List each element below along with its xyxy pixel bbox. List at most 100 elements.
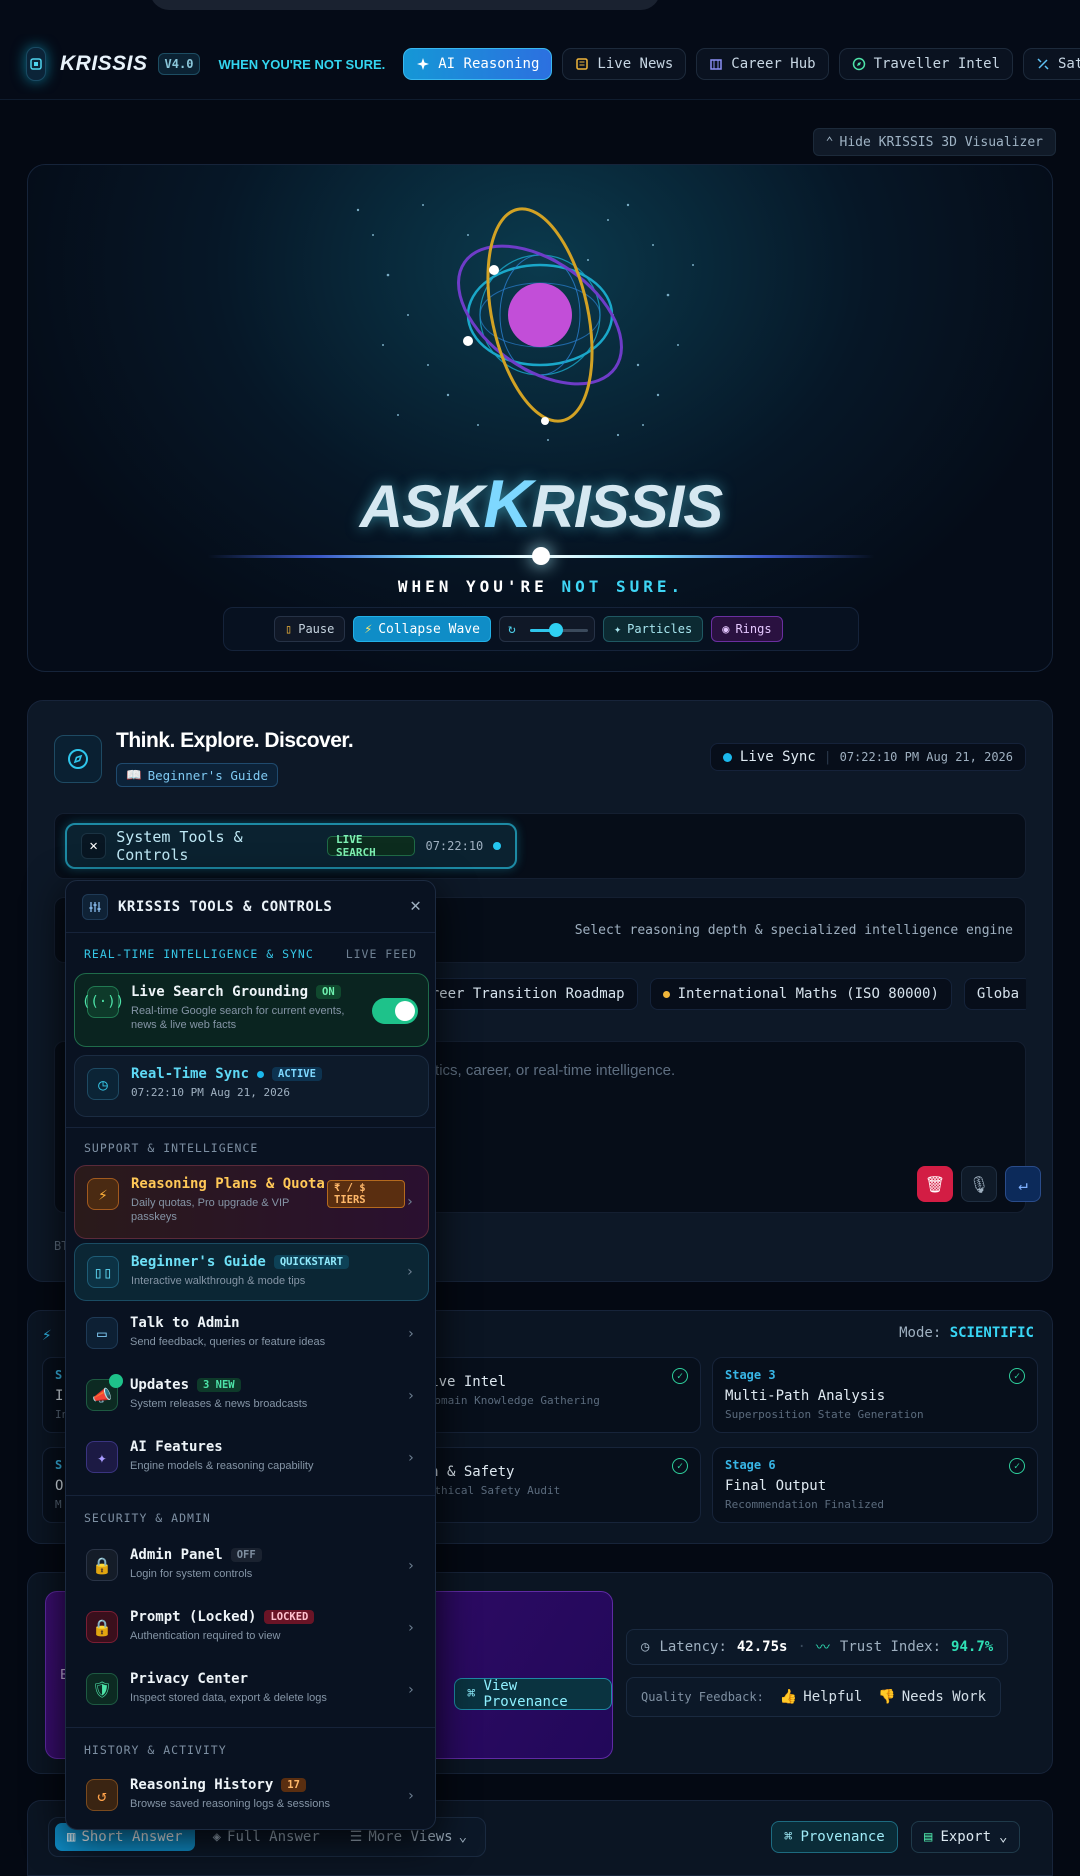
needs-work-button[interactable]: 👎 Needs Work [878, 1689, 986, 1705]
hide-visualizer-button[interactable]: ⌃ Hide KRISSIS 3D Visualizer [812, 128, 1056, 156]
view-provenance-button[interactable]: ⌘ View Provenance [454, 1678, 612, 1710]
helpful-button[interactable]: 👍 Helpful [780, 1689, 862, 1705]
reasoning-history-item[interactable]: ↺ Reasoning History 17 Browse saved reason… [74, 1767, 429, 1825]
submit-button[interactable]: ↵ [1005, 1166, 1041, 1202]
system-tools-button[interactable]: ✕ System Tools & Controls LIVE SEARCH 07… [65, 823, 517, 869]
collapse-wave-button[interactable]: ⚡ Collapse Wave [353, 616, 491, 642]
beginners-guide-item[interactable]: ▯▯ Beginner's Guide QUICKSTART Interactiv… [74, 1243, 429, 1301]
trash-icon: 🗑 [924, 1174, 946, 1194]
tab-live-news[interactable]: Live News [562, 48, 687, 80]
section-label: HISTORY & ACTIVITY [84, 1743, 227, 1757]
bolt-icon: ⚡ [364, 621, 373, 637]
panel-header: KRISSIS TOOLS & CONTROLS ✕ [66, 881, 435, 933]
satellite-icon [1037, 58, 1049, 70]
rings-toggle[interactable]: ◉ Rings [711, 616, 783, 642]
tab-ai-reasoning[interactable]: AI Reasoning [403, 48, 553, 80]
privacy-center-item[interactable]: 🛡 Privacy Center Inspect stored data, exp… [74, 1661, 429, 1719]
updates-item[interactable]: 📣 Updates 3 NEW System releases & news bro… [74, 1367, 429, 1425]
chevron-right-icon: › [406, 1620, 415, 1636]
visualizer-title: ASKKRISSIS [359, 466, 724, 542]
visualizer-3d: ASKKRISSIS WHEN YOU'RE NOT SURE. ▯ Pause … [27, 164, 1053, 672]
book-icon: 📖 [126, 767, 142, 782]
microphone-button[interactable]: 🎙 [961, 1166, 997, 1202]
thumbs-down-icon: 👎 [878, 1689, 896, 1705]
logo[interactable]: KRISSIS [60, 52, 148, 76]
tools-row: ✕ System Tools & Controls LIVE SEARCH 07… [54, 813, 1026, 879]
live-search-grounding: ((·)) Live Search Grounding ON Real-time … [74, 973, 429, 1047]
section-label: SUPPORT & INTELLIGENCE [84, 1141, 259, 1155]
chevron-right-icon: › [406, 1326, 415, 1342]
section-label: SECURITY & ADMIN [84, 1511, 211, 1525]
sparkle-icon: ✦ [613, 622, 622, 636]
talk-to-admin-item[interactable]: ▭ Talk to Admin Send feedback, queries or… [74, 1305, 429, 1363]
tools-panel: KRISSIS TOOLS & CONTROLS ✕ REAL-TIME INT… [65, 880, 436, 1830]
bolt-icon: ⚡ [42, 1325, 52, 1344]
enter-icon: ↵ [1018, 1174, 1028, 1194]
chevron-right-icon: › [405, 1194, 414, 1210]
live-search-badge: LIVE SEARCH [327, 833, 416, 859]
broadcast-icon: ((·)) [82, 986, 124, 1018]
realtime-sync: ◷ Real-Time Sync ACTIVE 07:22:10 PM Aug 2… [74, 1055, 429, 1117]
chevron-right-icon: › [406, 1682, 415, 1698]
bolt-icon: ⚡ [87, 1178, 119, 1210]
tab-career-hub[interactable]: Career Hub [696, 48, 829, 80]
latency-stats: ◷ Latency: 42.75s · 〰 Trust Index: 94.7% [626, 1629, 1009, 1665]
thumbs-up-icon: 👍 [779, 1689, 798, 1705]
visualizer-subtitle: WHEN YOU'RE NOT SURE. [397, 577, 685, 596]
mode-label: Mode: SCIENTIFIC [899, 1325, 1034, 1341]
newspaper-icon [576, 58, 589, 70]
eye-icon: ◉ [722, 622, 730, 636]
ai-features-item[interactable]: ✦ AI Features Engine models & reasoning c… [74, 1429, 429, 1487]
clock-icon: ◷ [641, 1639, 650, 1655]
fingerprint-icon: ⌘ [467, 1686, 476, 1702]
prompt-locked-item[interactable]: 🔒 Prompt (Locked) LOCKED Authentication re… [74, 1599, 429, 1657]
check-icon: ✓ [1009, 1458, 1025, 1474]
live-search-toggle[interactable] [372, 998, 418, 1024]
chip-icon[interactable] [26, 47, 46, 81]
panel-title: KRISSIS TOOLS & CONTROLS [118, 898, 333, 915]
beginners-guide-link[interactable]: 📖 Beginner's Guide [116, 763, 278, 787]
book-icon: ▯▯ [87, 1256, 119, 1288]
wave-dot [532, 547, 550, 565]
version-badge: V4.0 [157, 53, 201, 75]
sliders-icon [82, 893, 108, 920]
chevron-right-icon: › [406, 1388, 415, 1404]
megaphone-icon: 📣 [86, 1374, 123, 1411]
chevron-down-icon: ⌄ [458, 1829, 468, 1845]
tab-satellite[interactable]: Satell [1023, 48, 1080, 80]
lock-icon: 🔒 [86, 1549, 118, 1581]
export-button[interactable]: ▤ Export ⌄ [911, 1821, 1021, 1853]
delete-button[interactable]: 🗑 [917, 1166, 953, 1202]
building-icon [710, 59, 723, 70]
chip-international-maths[interactable]: International Maths (ISO 80000) [649, 978, 952, 1010]
chevron-up-icon: ⌃ [825, 134, 834, 150]
quality-feedback: Quality Feedback: 👍 Helpful 👎 Needs Work [626, 1677, 1002, 1717]
chevron-right-icon: › [406, 1558, 415, 1574]
slider-knob[interactable] [549, 623, 564, 637]
close-icon[interactable]: ✕ [410, 895, 421, 916]
close-icon[interactable]: ✕ [81, 833, 107, 859]
refresh-icon: ↻ [507, 621, 516, 637]
history-icon: ↺ [86, 1779, 118, 1811]
status-dot [493, 842, 501, 850]
sparkle-icon [417, 58, 430, 70]
live-sync-status: Live Sync | 07:22:10 PM Aug 21, 2026 [709, 743, 1026, 771]
list-icon: ☰ [349, 1829, 363, 1845]
visualizer-controls: ▯ Pause ⚡ Collapse Wave ↻ ✦ Particles ◉ Ring… [223, 607, 859, 651]
chevron-right-icon: › [405, 1264, 414, 1280]
section-label: REAL-TIME INTELLIGENCE & SYNC [84, 947, 314, 961]
provenance-button[interactable]: ⌘ Provenance [771, 1821, 898, 1853]
lock-icon: 🔒 [86, 1611, 118, 1643]
tab-traveller-intel[interactable]: Traveller Intel [838, 48, 1013, 80]
stage-6: Stage 6 Final Output Recommendation Finali… [712, 1447, 1038, 1523]
particles-toggle[interactable]: ✦ Particles [602, 616, 704, 642]
chart-icon: ▥ [67, 1829, 76, 1845]
speed-slider[interactable]: ↻ [498, 616, 595, 642]
pause-button[interactable]: ▯ Pause [274, 616, 346, 642]
sparkle-icon: ✦ [86, 1441, 118, 1473]
check-icon: ✓ [672, 1458, 688, 1474]
fingerprint-icon: ⌘ [784, 1829, 793, 1845]
reasoning-plans-item[interactable]: ⚡ Reasoning Plans & Quota Daily quotas, … [74, 1165, 429, 1239]
chip-global[interactable]: Globa [963, 978, 1026, 1010]
admin-panel-item[interactable]: 🔒 Admin Panel OFF Login for system control… [74, 1537, 429, 1595]
